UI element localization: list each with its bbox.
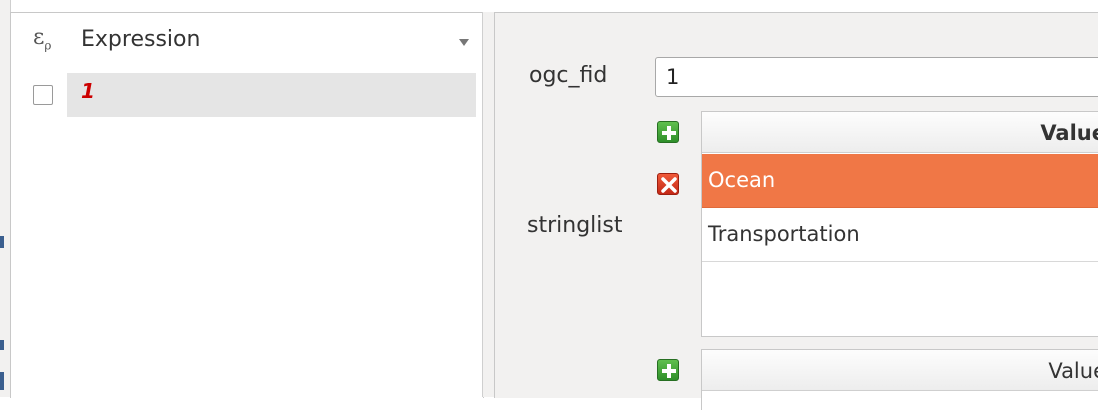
plus-icon [662, 364, 676, 378]
dropdown-arrow-icon[interactable] [459, 39, 469, 46]
second-list-table: Value [701, 349, 1098, 410]
table-header[interactable]: Value [702, 112, 1098, 153]
remove-value-button[interactable] [657, 173, 679, 195]
add-value-button[interactable] [657, 359, 679, 381]
feature-checkbox[interactable] [33, 85, 53, 105]
table-header[interactable]: Value [702, 350, 1098, 391]
close-icon [661, 177, 677, 193]
stringlist-table: Value Ocean Transportation [701, 111, 1098, 337]
edge-mark [0, 236, 4, 248]
table-row[interactable]: Transportation [702, 208, 1098, 262]
feature-list-panel: ερ Expression 1 [10, 12, 484, 398]
expression-selector[interactable]: ερ Expression [11, 13, 483, 67]
value-column-header: Value [1040, 121, 1098, 145]
expression-label: Expression [81, 27, 201, 52]
table-row[interactable]: Ocean [702, 154, 1098, 208]
add-value-button[interactable] [657, 121, 679, 143]
feature-id-label: 1 [81, 79, 95, 103]
table-cell: Ocean [708, 168, 776, 192]
value-column-header: Value [1048, 359, 1098, 383]
edge-mark [0, 340, 4, 350]
plus-icon [662, 126, 676, 140]
attribute-form: ogc_fid stringlist Value Ocean Transport… [494, 12, 1098, 410]
list-item[interactable]: 1 [11, 73, 476, 117]
edge-mark [0, 372, 4, 390]
ogc-fid-label: ogc_fid [529, 63, 608, 88]
epsilon-expression-icon: ερ [33, 25, 52, 53]
ogc-fid-input[interactable] [655, 57, 1098, 97]
row-highlight [67, 73, 476, 117]
table-cell: Transportation [708, 222, 860, 246]
stringlist-label: stringlist [527, 213, 623, 238]
